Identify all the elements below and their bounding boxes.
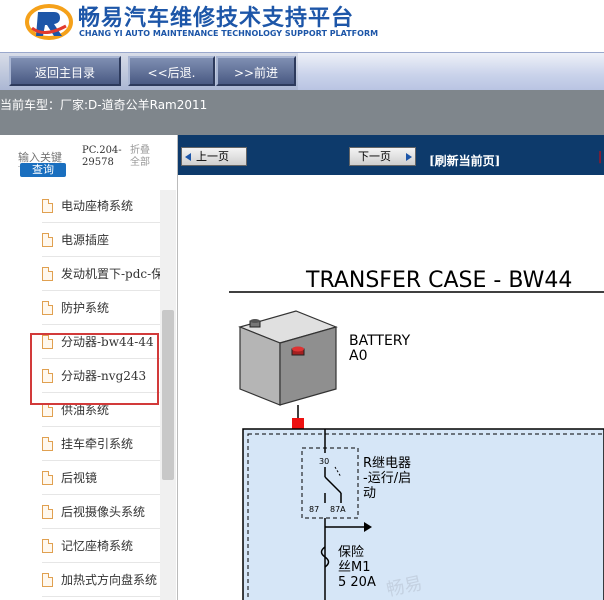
document-icon [42, 436, 53, 451]
tree-item[interactable]: 后视镜 [42, 461, 160, 495]
app-subtitle: CHANG YI AUTO MAINTENANCE TECHNOLOGY SUP… [79, 29, 379, 38]
collapse-all-line1: 折叠 [130, 145, 150, 156]
wiring-diagram: TRANSFER CASE - BW44 BATTERY A0 30 87 87… [178, 175, 604, 600]
wiring-diagram-svg: TRANSFER CASE - BW44 BATTERY A0 30 87 87… [229, 268, 604, 600]
collapse-all-line2: 全部 [130, 157, 150, 168]
battery-id: A0 [349, 348, 367, 364]
tree-item-label: 电源插座 [61, 233, 110, 247]
tree-item-label: 后视镜 [61, 471, 98, 485]
battery-label: BATTERY [349, 333, 411, 349]
document-icon [42, 572, 53, 587]
tree-item-label: 电动座椅系统 [61, 199, 134, 213]
sidebar-scrollbar[interactable] [160, 190, 176, 600]
next-page-button[interactable]: 下一页 [349, 147, 416, 166]
document-icon [42, 470, 53, 485]
tree-item-label: 挂车牵引系统 [61, 437, 134, 451]
scrollbar-thumb[interactable] [162, 310, 174, 480]
pc-code-line2: 29578 [82, 157, 114, 168]
app-header: 畅易汽车维修技术支持平台 CHANG YI AUTO MAINTENANCE T… [0, 0, 604, 52]
tree-item[interactable]: 电源插座 [42, 223, 160, 257]
relay-label-1: R继电器 [363, 456, 411, 471]
relay-pin-30: 30 [319, 457, 329, 466]
pager-bar: 上一页 下一页 [刷新当前页] | [178, 135, 604, 175]
relay-label-3: 动 [363, 486, 376, 501]
tree-item-label: 后视摄像头系统 [61, 505, 146, 519]
document-icon [42, 232, 53, 247]
vehicle-info-bar: 当前车型：厂家:D-道奇公羊Ram2011 [0, 90, 604, 135]
main-toolbar: 返回主目录 <<后退. >>前进 [0, 52, 604, 91]
battery-icon [238, 310, 338, 406]
chang-yi-logo-icon [25, 4, 73, 40]
tree-item[interactable]: 加热式方向盘系统 [42, 563, 160, 597]
back-button[interactable]: <<后退. [128, 56, 215, 86]
current-vehicle-label: 当前车型： [0, 98, 61, 112]
arrow-left-icon [185, 153, 191, 161]
pc-code: PC.204- 29578 [82, 145, 122, 169]
power-distribution-box [242, 428, 604, 600]
tree-item-label: 加热式方向盘系统 [61, 573, 158, 587]
edge-marker: | [598, 149, 603, 163]
next-page-label: 下一页 [358, 150, 391, 163]
document-icon [42, 266, 53, 281]
tree-item[interactable]: 挂车牵引系统 [42, 427, 160, 461]
prev-page-button[interactable]: 上一页 [181, 147, 247, 166]
document-icon [42, 300, 53, 315]
tree-item[interactable]: 电动座椅系统 [42, 195, 160, 223]
tree-item-label: 防护系统 [61, 301, 110, 315]
current-vehicle-text: 当前车型：厂家:D-道奇公羊Ram2011 [0, 96, 207, 113]
tree-item[interactable]: 后视摄像头系统 [42, 495, 160, 529]
tree-item[interactable]: 发动机置下-pdc-保 [42, 257, 160, 291]
forward-button[interactable]: >>前进 [216, 56, 296, 86]
arrow-right-icon [406, 153, 412, 161]
tree-item[interactable]: 记忆座椅系统 [42, 529, 160, 563]
tree-item[interactable]: 防护系统 [42, 291, 160, 325]
pc-code-line1: PC.204- [82, 145, 122, 156]
fuse-label-2: 丝M1 [338, 560, 371, 575]
relay-pin-87: 87 [309, 505, 319, 514]
current-vehicle-value: 厂家:D-道奇公羊Ram2011 [60, 98, 208, 112]
diagram-title: TRANSFER CASE - BW44 [305, 268, 572, 293]
app-title: 畅易汽车维修技术支持平台 [78, 6, 355, 31]
home-button[interactable]: 返回主目录 [9, 56, 121, 86]
collapse-all-link[interactable]: 折叠 全部 [130, 145, 150, 169]
document-icon [42, 538, 53, 553]
tree-item-label: 发动机置下-pdc-保 [61, 267, 160, 281]
highlight-box [30, 333, 159, 405]
fuse-label-1: 保险 [338, 545, 364, 560]
prev-page-label: 上一页 [196, 150, 229, 163]
tree-item-label: 记忆座椅系统 [61, 539, 134, 553]
fuse-label-3: 5 20A [338, 575, 376, 590]
content-panel: 上一页 下一页 [刷新当前页] | TRANSFER CASE - BW44 B… [178, 135, 604, 600]
search-row: 查询 PC.204- 29578 折叠 全部 [0, 135, 178, 189]
connector-block [292, 418, 304, 429]
sidebar: 查询 PC.204- 29578 折叠 全部 电动座椅系统 电源插座 发动机置下… [0, 135, 178, 600]
relay-label-2: -运行/启 [363, 471, 411, 486]
document-icon [42, 504, 53, 519]
refresh-page-link[interactable]: [刷新当前页] [429, 152, 500, 169]
document-icon [42, 198, 53, 213]
relay-pin-87a: 87A [330, 505, 346, 514]
search-button[interactable]: 查询 [20, 163, 66, 177]
